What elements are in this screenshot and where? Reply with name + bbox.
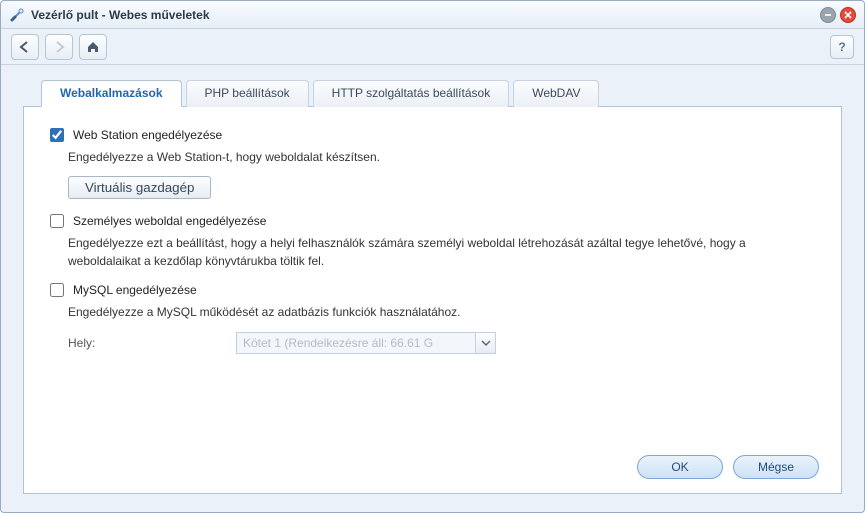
- mysql-row: MySQL engedélyezése: [46, 280, 819, 300]
- forward-button[interactable]: [45, 34, 73, 60]
- back-button[interactable]: [11, 34, 39, 60]
- personal-site-row: Személyes weboldal engedélyezése: [46, 211, 819, 231]
- app-icon: [9, 7, 25, 23]
- tab-bar: Webalkalmazások PHP beállítások HTTP szo…: [23, 79, 842, 107]
- home-button[interactable]: [79, 34, 107, 60]
- mysql-desc: Engedélyezze a MySQL működését az adatbá…: [68, 304, 788, 321]
- window: Vezérlő pult - Webes műveletek ? Webalka…: [0, 0, 865, 513]
- button-bar: OK Mégse: [637, 455, 819, 479]
- window-title: Vezérlő pult - Webes műveletek: [31, 8, 820, 22]
- tab-webdav[interactable]: WebDAV: [513, 80, 599, 107]
- mysql-location-value: Kötet 1 (Rendelkezésre áll: 66.61 G: [237, 336, 475, 350]
- virtual-host-button[interactable]: Virtuális gazdagép: [68, 176, 211, 199]
- mysql-checkbox[interactable]: [50, 283, 64, 297]
- web-station-label: Web Station engedélyezése: [73, 128, 222, 142]
- content-area: Webalkalmazások PHP beállítások HTTP szo…: [1, 65, 864, 512]
- personal-site-desc: Engedélyezze ezt a beállítást, hogy a he…: [68, 235, 788, 270]
- mysql-location-label: Hely:: [68, 336, 228, 350]
- web-station-checkbox[interactable]: [50, 128, 64, 142]
- mysql-location-row: Hely: Kötet 1 (Rendelkezésre áll: 66.61 …: [68, 332, 819, 354]
- web-station-desc: Engedélyezze a Web Station-t, hogy webol…: [68, 149, 788, 166]
- tab-webapps[interactable]: Webalkalmazások: [41, 80, 182, 107]
- help-button[interactable]: ?: [830, 35, 854, 59]
- ok-button[interactable]: OK: [637, 455, 723, 479]
- personal-site-checkbox[interactable]: [50, 214, 64, 228]
- mysql-label: MySQL engedélyezése: [73, 283, 197, 297]
- tab-http[interactable]: HTTP szolgáltatás beállítások: [313, 80, 510, 107]
- personal-site-label: Személyes weboldal engedélyezése: [73, 214, 266, 228]
- close-button[interactable]: [840, 7, 856, 23]
- minimize-button[interactable]: [820, 7, 836, 23]
- chevron-down-icon: [475, 333, 495, 353]
- cancel-button[interactable]: Mégse: [733, 455, 819, 479]
- panel-webapps: Web Station engedélyezése Engedélyezze a…: [23, 106, 842, 494]
- window-buttons: [820, 7, 856, 23]
- titlebar: Vezérlő pult - Webes műveletek: [1, 1, 864, 29]
- tab-php[interactable]: PHP beállítások: [186, 80, 309, 107]
- web-station-row: Web Station engedélyezése: [46, 125, 819, 145]
- mysql-location-select[interactable]: Kötet 1 (Rendelkezésre áll: 66.61 G: [236, 332, 496, 354]
- toolbar: ?: [1, 29, 864, 65]
